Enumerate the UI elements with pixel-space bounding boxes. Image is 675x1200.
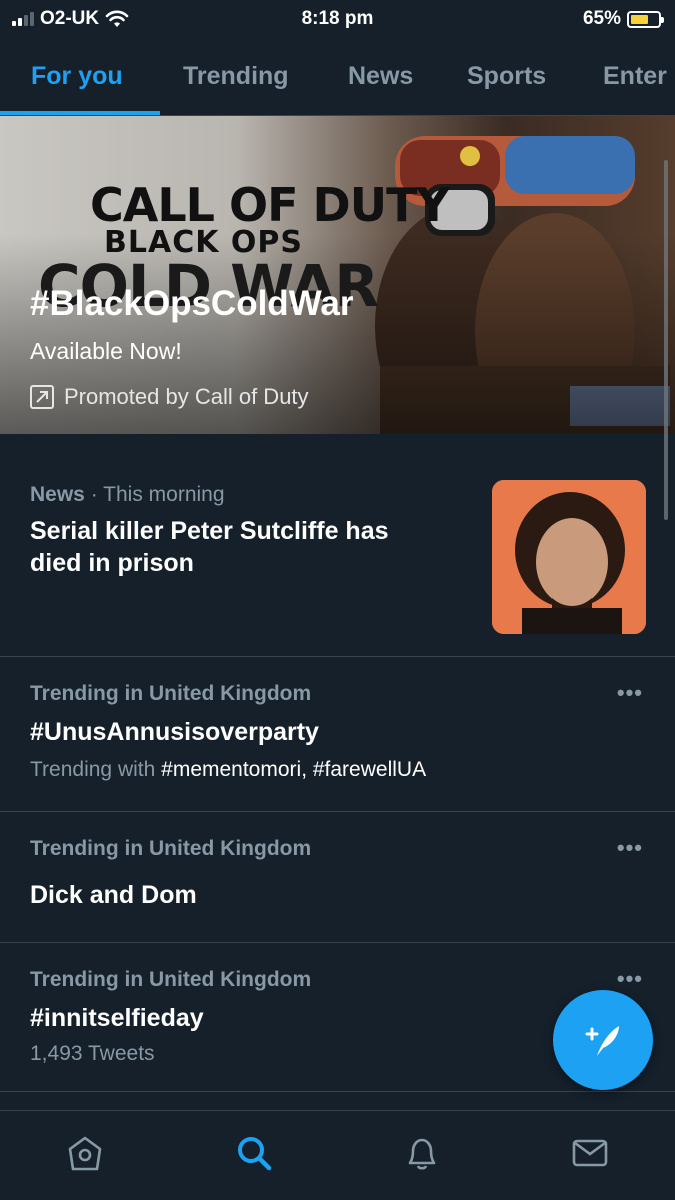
notifications-bell-icon	[408, 1138, 436, 1170]
tab-trending[interactable]: Trending	[183, 38, 289, 115]
trend-tweet-count: 1,493 Tweets	[30, 1042, 155, 1065]
more-options-icon[interactable]: •••	[617, 680, 643, 706]
trend-context: Trending in United Kingdom	[30, 968, 312, 991]
battery-percent: 65%	[582, 8, 621, 29]
clock-time: 8:18 pm	[301, 8, 374, 29]
promo-hashtag: #BlackOpsColdWar	[30, 284, 354, 323]
messages-envelope-icon	[572, 1139, 608, 1167]
news-headline: Serial killer Peter Sutcliffe has died i…	[30, 517, 389, 577]
compose-tweet-icon	[585, 1026, 619, 1056]
notifications-tab[interactable]	[400, 1131, 444, 1175]
promoted-arrow-icon	[30, 385, 54, 409]
compose-tweet-button[interactable]	[553, 990, 653, 1090]
trend-row[interactable]: Trending in United Kingdom ••• #UnusAnnu…	[0, 658, 675, 812]
status-bar: O2-UK 8:18 pm 65%	[0, 0, 675, 38]
trend-context: Trending in United Kingdom	[30, 682, 312, 705]
news-category: News	[30, 483, 85, 506]
trend-subtext: Trending with #mementomori, #farewellUA	[30, 758, 427, 781]
news-time: This morning	[103, 483, 225, 506]
active-tab-indicator	[0, 111, 160, 115]
promoted-trend-banner[interactable]: CALL OF DUTY BLACK OPS COLD WAR #BlackOp…	[0, 116, 675, 434]
promo-subtitle: Available Now!	[30, 338, 182, 364]
battery-level	[631, 14, 648, 24]
more-options-icon[interactable]: •••	[617, 835, 643, 861]
tab-news[interactable]: News	[348, 38, 413, 115]
explore-tabs: For you Trending News Sports Enter	[0, 38, 675, 116]
bottom-navigation	[0, 1110, 675, 1200]
trend-context: Trending in United Kingdom	[30, 837, 312, 860]
home-icon	[68, 1136, 102, 1171]
promoted-by-label: Promoted by Call of Duty	[30, 384, 309, 410]
more-options-icon[interactable]: •••	[617, 966, 643, 992]
search-tab[interactable]	[232, 1131, 276, 1175]
status-bar-right: 65%	[582, 8, 664, 30]
news-photo-icon[interactable]	[492, 480, 646, 634]
tab-sports[interactable]: Sports	[467, 38, 546, 115]
news-meta: News · This morning	[30, 483, 225, 506]
promoted-by-text: Promoted by Call of Duty	[64, 384, 309, 409]
home-tab[interactable]	[63, 1131, 107, 1175]
trend-row[interactable]: Trending in United Kingdom ••• Dick and …	[0, 813, 675, 943]
tab-for-you[interactable]: For you	[31, 38, 123, 115]
messages-tab[interactable]	[568, 1131, 612, 1175]
battery-icon	[627, 10, 664, 28]
trend-title: #UnusAnnusisoverparty	[30, 718, 319, 746]
trend-title: #innitselfieday	[30, 1004, 204, 1032]
tab-entertainment[interactable]: Enter	[603, 38, 667, 115]
trend-title: Dick and Dom	[30, 881, 197, 909]
search-icon	[238, 1137, 272, 1171]
